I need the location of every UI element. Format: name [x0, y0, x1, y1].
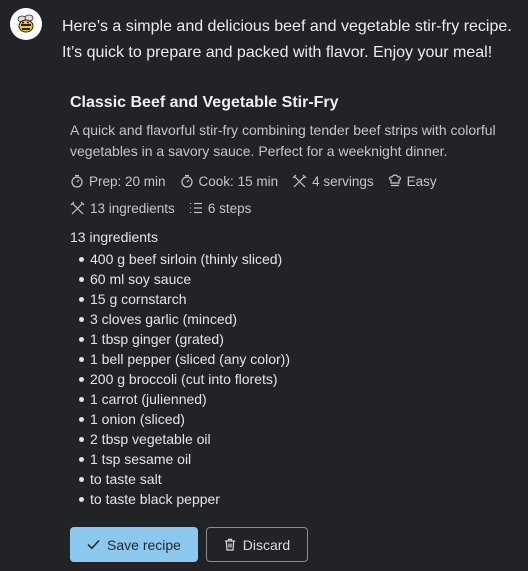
- prep-time-label: Prep: 20 min: [89, 173, 166, 189]
- ingredients-count-label: 13 ingredients: [90, 200, 175, 216]
- servings-label: 4 servings: [312, 173, 374, 189]
- ingredient-item: 1 tsp sesame oil: [70, 449, 522, 469]
- recipe-count-row: 13 ingredients 6 steps: [70, 199, 522, 217]
- timer-icon: [180, 174, 193, 188]
- ingredient-item: 15 g cornstarch: [70, 289, 522, 309]
- ingredient-item: to taste black pepper: [70, 489, 522, 509]
- assistant-avatar: [10, 8, 42, 40]
- steps-count-label: 6 steps: [207, 200, 252, 216]
- recipe-card: Classic Beef and Vegetable Stir-Fry A qu…: [70, 92, 522, 509]
- cook-time: Cook: 15 min: [180, 173, 279, 189]
- ingredient-item: 1 tbsp ginger (grated): [70, 329, 522, 349]
- save-recipe-label: Save recipe: [107, 536, 181, 553]
- utensils-icon: [292, 174, 307, 188]
- recipe-meta-row: Prep: 20 min Cook: 15 min 4 servings Eas…: [70, 172, 522, 190]
- chef-hat-icon: [388, 174, 401, 187]
- trash-icon: [224, 538, 235, 551]
- difficulty-label: Easy: [406, 173, 437, 189]
- ingredient-item: 200 g broccoli (cut into florets): [70, 369, 522, 389]
- steps-count: 6 steps: [189, 200, 252, 216]
- recipe-actions: Save recipe Discard: [70, 527, 308, 562]
- ingredients-count: 13 ingredients: [70, 201, 175, 216]
- check-icon: [87, 539, 100, 550]
- ingredients-heading: 13 ingredients: [70, 229, 158, 245]
- ingredient-item: 3 cloves garlic (minced): [70, 309, 522, 329]
- ingredient-item: 60 ml soy sauce: [70, 269, 522, 289]
- difficulty: Easy: [388, 174, 437, 189]
- ingredient-item: 1 bell pepper (sliced (any color)): [70, 349, 522, 369]
- servings: 4 servings: [292, 174, 374, 189]
- ingredient-item: 1 onion (sliced): [70, 409, 522, 429]
- utensils-icon: [70, 201, 85, 215]
- timer-icon: [71, 174, 83, 188]
- list-icon: [189, 202, 202, 214]
- ingredients-list: 400 g beef sirloin (thinly sliced) 60 ml…: [70, 249, 522, 509]
- discard-button[interactable]: Discard: [206, 527, 308, 562]
- bee-icon: [17, 14, 34, 33]
- recipe-description: A quick and flavorful stir-fry combining…: [70, 122, 496, 159]
- chat-view: Here’s a simple and delicious beef and v…: [0, 0, 528, 571]
- ingredient-item: to taste salt: [70, 469, 522, 489]
- discard-label: Discard: [242, 536, 291, 553]
- save-recipe-button[interactable]: Save recipe: [70, 527, 198, 562]
- ingredient-item: 400 g beef sirloin (thinly sliced): [70, 249, 522, 269]
- cook-time-label: Cook: 15 min: [198, 173, 279, 189]
- ingredient-item: 2 tbsp vegetable oil: [70, 429, 522, 449]
- ingredient-item: 1 carrot (julienned): [70, 389, 522, 409]
- prep-time: Prep: 20 min: [70, 174, 166, 189]
- assistant-message-text: Here’s a simple and delicious beef and v…: [62, 18, 512, 61]
- recipe-title: Classic Beef and Vegetable Stir-Fry: [70, 94, 339, 111]
